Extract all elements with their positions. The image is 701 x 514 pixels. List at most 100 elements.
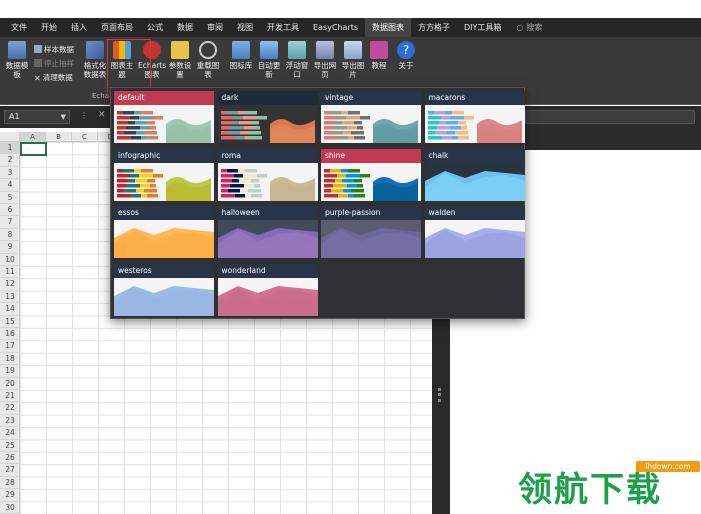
ribbon-tab-bar: 文件 开始 插入 页面布局 公式 数据 审阅 视图 开发工具 EasyCharts 数据图表 方方格子…: [0, 18, 701, 37]
row-header[interactable]: 3: [0, 167, 20, 180]
theme-name: macarons: [424, 91, 525, 105]
row-header[interactable]: 19: [0, 365, 20, 378]
theme-option-essos[interactable]: essos: [114, 206, 214, 258]
row-header[interactable]: 4: [0, 179, 20, 192]
row-header[interactable]: 25: [0, 440, 20, 452]
theme-option-westeros[interactable]: westeros: [114, 263, 214, 316]
row-header[interactable]: 16: [0, 328, 20, 341]
name-box[interactable]: A1 ▼: [4, 110, 70, 124]
selected-cell[interactable]: [20, 142, 47, 156]
row-header[interactable]: 5: [0, 192, 20, 204]
theme-preview: [424, 105, 525, 143]
theme-option-wonderland[interactable]: wonderland: [217, 263, 318, 316]
tab-9[interactable]: EasyCharts: [306, 18, 365, 37]
auto-update-button[interactable]: 自动更新: [257, 41, 281, 79]
tab-3[interactable]: 页面布局: [94, 18, 140, 37]
tab-1[interactable]: 开始: [34, 18, 64, 37]
search-placeholder: 搜索: [526, 23, 543, 32]
row-header[interactable]: 27: [0, 464, 20, 477]
float-window-icon: [288, 41, 306, 59]
float-window-label: 浮动窗口: [285, 61, 309, 79]
row-header[interactable]: 10: [0, 254, 20, 266]
export-image-button[interactable]: 导出图片: [341, 41, 365, 79]
theme-option-chalk[interactable]: chalk: [424, 148, 525, 201]
theme-option-infographic[interactable]: infographic: [114, 148, 214, 201]
sample-data-button[interactable]: 样本数据: [34, 44, 74, 55]
row-header[interactable]: 12: [0, 278, 20, 291]
column-header[interactable]: A: [20, 132, 46, 142]
row-header[interactable]: 20: [0, 378, 20, 390]
select-all-corner[interactable]: [0, 132, 20, 142]
row-header[interactable]: 24: [0, 427, 20, 440]
param-settings-button[interactable]: 参数设置: [168, 41, 192, 79]
theme-preview: [217, 277, 318, 316]
theme-option-roma[interactable]: roma: [217, 148, 318, 201]
row-header[interactable]: 15: [0, 316, 20, 328]
row-header[interactable]: 13: [0, 291, 20, 304]
theme-option-dark[interactable]: dark: [217, 91, 318, 143]
column-header[interactable]: B: [46, 132, 72, 142]
row-header[interactable]: 8: [0, 229, 20, 242]
row-header[interactable]: 11: [0, 266, 20, 279]
row-header[interactable]: 6: [0, 204, 20, 217]
search-box[interactable]: ○ 搜索: [516, 22, 542, 33]
row-header[interactable]: 2: [0, 154, 20, 167]
row-header[interactable]: 29: [0, 489, 20, 502]
chart-library-icon: [232, 41, 250, 59]
tab-0[interactable]: 文件: [4, 18, 34, 37]
tab-2[interactable]: 插入: [64, 18, 94, 37]
tab-8[interactable]: 开发工具: [260, 18, 306, 37]
tab-5[interactable]: 数据: [170, 18, 200, 37]
theme-name: default: [114, 91, 214, 105]
chart-library-label: 图标库: [229, 61, 253, 70]
tab-12[interactable]: DIY工具箱: [457, 18, 508, 37]
export-webpage-icon: [316, 41, 334, 59]
tutorial-button[interactable]: 教程: [367, 41, 391, 70]
row-header[interactable]: 1: [0, 142, 20, 155]
chart-theme-gallery: default dark vintage macarons infographic rom…: [110, 87, 525, 319]
stop-sampling-label: 停止抽样: [44, 59, 74, 68]
theme-option-purple-passion[interactable]: purple-passion: [321, 206, 421, 258]
theme-option-vintage[interactable]: vintage: [321, 91, 421, 143]
row-header[interactable]: 26: [0, 452, 20, 465]
data-template-label: 数据模板: [5, 61, 29, 79]
row-header[interactable]: 30: [0, 502, 20, 514]
theme-option-macarons[interactable]: macarons: [424, 91, 525, 143]
theme-option-default[interactable]: default: [114, 91, 214, 143]
row-header[interactable]: 7: [0, 216, 20, 229]
help-icon: ?: [397, 41, 415, 59]
row-header[interactable]: 14: [0, 303, 20, 316]
tab-7[interactable]: 视图: [230, 18, 260, 37]
column-header[interactable]: C: [72, 132, 98, 142]
row-header[interactable]: 21: [0, 390, 20, 403]
drag-handle-icon[interactable]: [438, 388, 441, 402]
theme-option-halloween[interactable]: halloween: [217, 206, 318, 258]
row-header[interactable]: 9: [0, 241, 20, 254]
tab-4[interactable]: 公式: [140, 18, 170, 37]
formula-input[interactable]: [525, 110, 695, 124]
theme-option-walden[interactable]: walden: [424, 206, 525, 258]
tab-11[interactable]: 方方格子: [411, 18, 457, 37]
theme-name: dark: [217, 91, 318, 105]
tab-10[interactable]: 数据图表: [365, 18, 412, 37]
theme-name: shine: [321, 148, 421, 163]
export-webpage-button[interactable]: 导出网页: [313, 41, 337, 79]
about-label: 关于: [398, 61, 414, 70]
row-header[interactable]: 17: [0, 340, 20, 353]
float-window-button[interactable]: 浮动窗口: [285, 41, 309, 79]
theme-option-shine[interactable]: shine: [321, 148, 421, 201]
reload-chart-button[interactable]: 重载图表: [196, 41, 220, 79]
data-template-button[interactable]: 数据模板: [4, 41, 30, 79]
about-button[interactable]: ? 关于: [394, 41, 418, 70]
cancel-icon[interactable]: ✕: [98, 110, 106, 120]
chart-library-button[interactable]: 图标库: [229, 41, 253, 70]
stop-sampling-button[interactable]: 停止抽样: [34, 58, 74, 69]
lightbulb-icon: ○: [516, 23, 524, 32]
clean-data-button[interactable]: ✕ 清理数据: [34, 72, 73, 83]
tab-6[interactable]: 审阅: [200, 18, 230, 37]
format-data-table-button[interactable]: 格式化数据表: [82, 41, 108, 79]
row-header[interactable]: 18: [0, 353, 20, 366]
row-header[interactable]: 23: [0, 415, 20, 428]
row-header[interactable]: 28: [0, 477, 20, 490]
row-header[interactable]: 22: [0, 402, 20, 415]
